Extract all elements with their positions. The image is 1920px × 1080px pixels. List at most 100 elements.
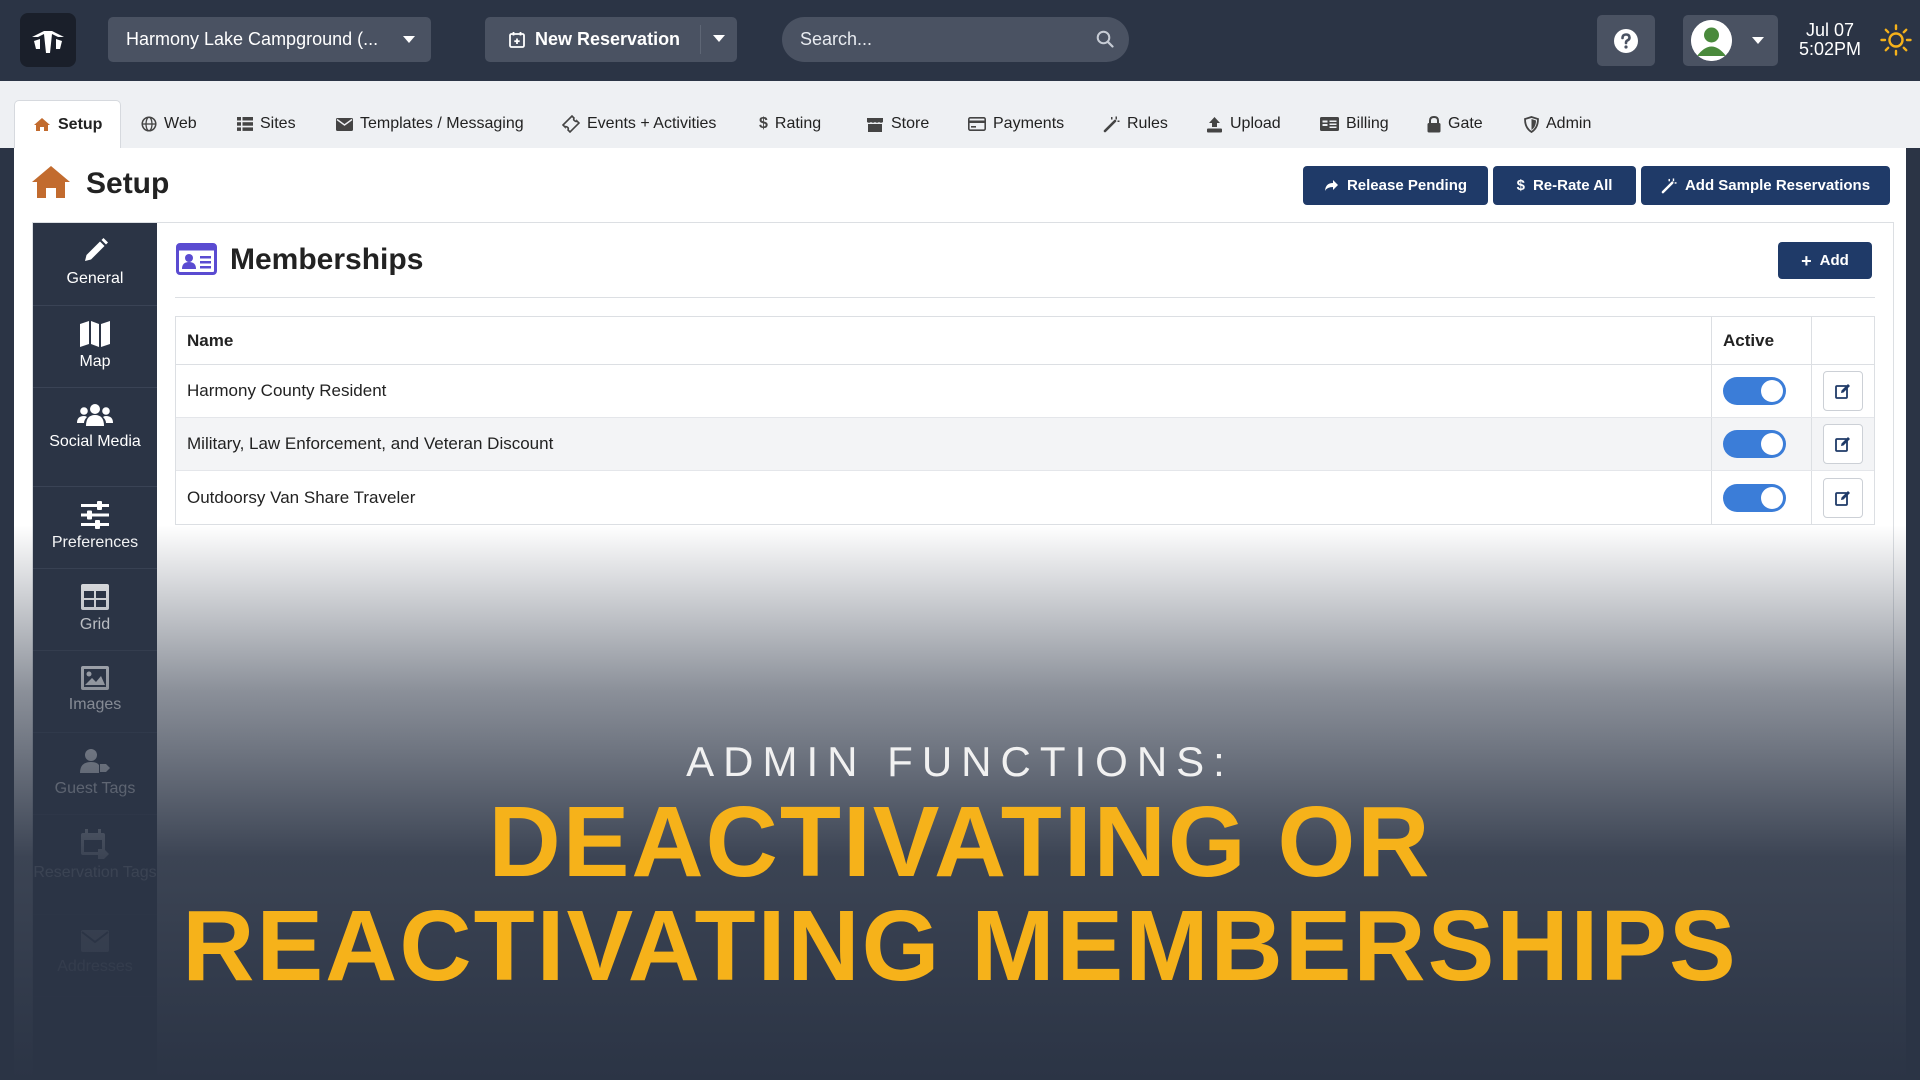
sidebar-item-label: Images [68, 696, 122, 713]
sidebar-item-label: Grid [79, 616, 111, 633]
tab-label: Web [164, 115, 197, 132]
sidebar-item-label: Social Media [49, 433, 141, 450]
column-header-active[interactable]: Active [1711, 317, 1811, 364]
section-divider [175, 297, 1875, 298]
sidebar-item-social-media[interactable]: Social Media [33, 388, 157, 487]
plus-icon: + [1801, 250, 1812, 271]
search-input[interactable] [782, 17, 1129, 62]
edit-button[interactable] [1823, 371, 1863, 411]
page-title: Setup [86, 167, 170, 200]
current-time: 5:02PM [1798, 39, 1862, 59]
grid-icon [81, 584, 109, 610]
tab-admin[interactable]: Admin [1524, 100, 1591, 148]
tab-sites[interactable]: Sites [237, 100, 296, 148]
active-toggle[interactable] [1723, 430, 1786, 458]
tab-label: Billing [1346, 115, 1389, 132]
tab-label: Admin [1546, 115, 1592, 132]
active-toggle[interactable] [1723, 377, 1786, 405]
membership-name: Outdoorsy Van Share Traveler [187, 487, 416, 507]
column-header-name[interactable]: Name [187, 317, 233, 364]
tab-label: Events + Activities [587, 115, 717, 132]
calendar-plus-icon [509, 32, 525, 48]
toggle-knob [1761, 380, 1783, 402]
sidebar-item-map[interactable]: Map [33, 306, 157, 388]
chevron-down-icon [1752, 37, 1764, 44]
dollar-icon: $ [1516, 177, 1525, 194]
sidebar-item-preferences[interactable]: Preferences [33, 487, 157, 569]
toggle-knob [1761, 433, 1783, 455]
billing-icon [1320, 117, 1339, 131]
ticket-icon [562, 115, 580, 133]
tab-gate[interactable]: Gate [1427, 100, 1483, 148]
sliders-icon [81, 501, 109, 529]
sidebar-item-label: General [66, 270, 124, 287]
tab-templates-messaging[interactable]: Templates / Messaging [336, 100, 524, 148]
tab-rating[interactable]: $ Rating [759, 100, 821, 148]
add-membership-label: Add [1819, 252, 1849, 269]
current-date: Jul 07 [1805, 20, 1855, 40]
add-sample-reservations-button[interactable]: Add Sample Reservations [1641, 166, 1890, 205]
release-pending-button[interactable]: Release Pending [1303, 166, 1488, 205]
active-toggle[interactable] [1723, 483, 1786, 512]
sun-icon[interactable] [1880, 24, 1912, 56]
tab-label: Templates / Messaging [360, 115, 524, 132]
tab-upload[interactable]: Upload [1206, 100, 1281, 148]
table-row: Military, Law Enforcement, and Veteran D… [176, 418, 1874, 471]
share-arrow-icon [1324, 180, 1338, 191]
tab-payments[interactable]: Payments [968, 100, 1064, 148]
tab-label: Store [891, 115, 930, 132]
toggle-knob [1761, 486, 1783, 509]
membership-name: Military, Law Enforcement, and Veteran D… [187, 434, 554, 453]
store-icon [867, 117, 883, 132]
rerate-all-label: Re-Rate All [1532, 177, 1613, 194]
column-header-actions [1811, 317, 1874, 364]
id-card-icon [176, 243, 217, 275]
user-menu[interactable] [1683, 15, 1778, 66]
app-logo[interactable] [20, 13, 76, 67]
membership-name: Harmony County Resident [187, 381, 387, 400]
release-pending-label: Release Pending [1346, 177, 1468, 194]
overlay-headline-line1: DEACTIVATING OR [488, 786, 1432, 898]
credit-card-icon [968, 117, 986, 131]
search-icon[interactable] [1096, 30, 1114, 48]
question-circle-icon [1614, 28, 1638, 53]
active-cell [1711, 365, 1811, 417]
add-membership-button[interactable]: + Add [1778, 242, 1872, 279]
tab-rules[interactable]: Rules [1103, 100, 1168, 148]
overlay-headline: DEACTIVATING OR REACTIVATING MEMBERSHIPS [0, 790, 1920, 998]
rerate-all-button[interactable]: $ Re-Rate All [1493, 166, 1636, 205]
image-icon [81, 666, 109, 690]
table-row: Harmony County Resident [176, 365, 1874, 418]
overlay-subtitle: ADMIN FUNCTIONS: [686, 738, 1234, 785]
sidebar-item-images[interactable]: Images [33, 651, 157, 733]
envelope-icon [336, 117, 353, 131]
upload-icon [1207, 116, 1222, 132]
lock-icon [1427, 115, 1441, 132]
pencil-icon [85, 238, 108, 261]
edit-button[interactable] [1823, 424, 1863, 464]
campground-select[interactable]: Harmony Lake Campground (... [108, 17, 431, 62]
tab-setup[interactable]: Setup [14, 100, 122, 148]
tab-label: Upload [1230, 115, 1281, 132]
new-reservation-label: New Reservation [535, 29, 681, 49]
globe-icon [141, 116, 157, 132]
active-cell [1711, 471, 1811, 524]
tab-store[interactable]: Store [866, 100, 929, 148]
new-reservation-button[interactable]: New Reservation [485, 17, 737, 62]
sidebar-item-general[interactable]: General [33, 223, 157, 306]
edit-icon [1835, 490, 1850, 506]
button-divider [700, 25, 701, 54]
sidebar-item-grid[interactable]: Grid [33, 569, 157, 651]
tab-web[interactable]: Web [141, 100, 197, 148]
edit-cell [1811, 471, 1874, 524]
tab-billing[interactable]: Billing [1320, 100, 1389, 148]
magic-wand-icon [1661, 177, 1677, 193]
sidebar-item-label: Map [79, 353, 111, 370]
edit-button[interactable] [1823, 477, 1863, 518]
edit-cell [1811, 418, 1874, 470]
help-button[interactable] [1597, 15, 1655, 66]
chevron-down-icon[interactable] [713, 35, 725, 42]
tab-events-activities[interactable]: Events + Activities [562, 100, 716, 148]
add-sample-label: Add Sample Reservations [1684, 177, 1871, 194]
date-time-display: Jul 07 5:02PM [1795, 21, 1865, 59]
